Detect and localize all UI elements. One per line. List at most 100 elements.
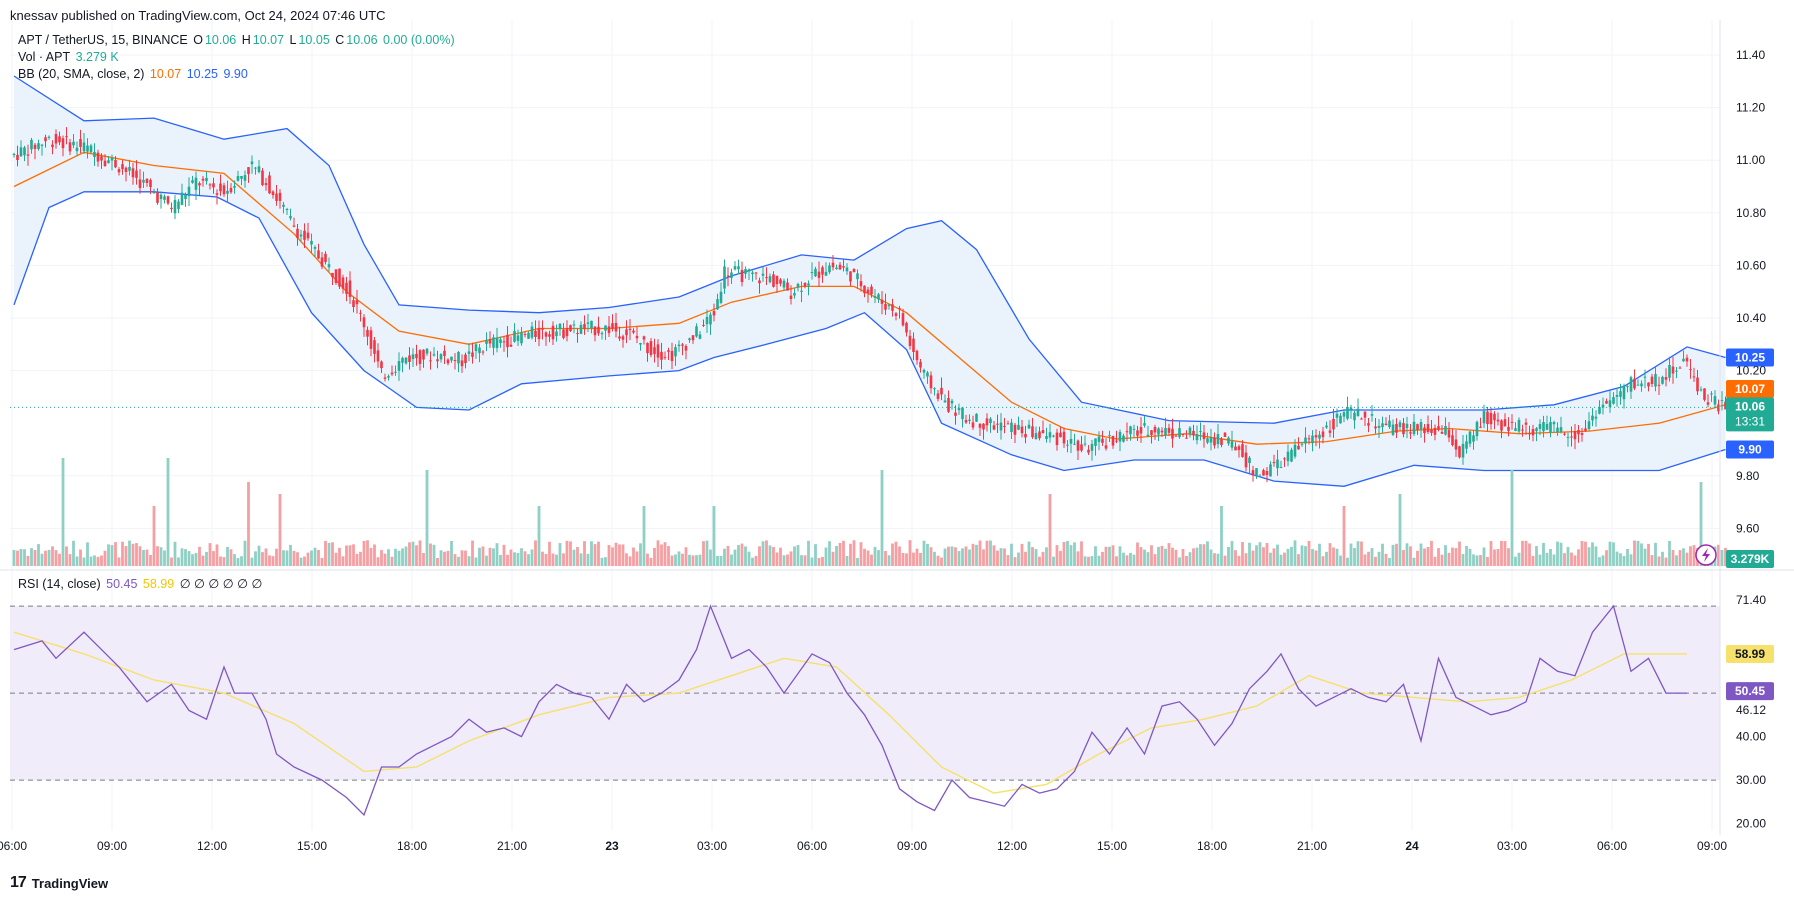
candle-body xyxy=(1384,423,1388,426)
candle-body xyxy=(327,264,331,268)
volume-bar xyxy=(1580,540,1584,566)
volume-bar xyxy=(653,547,656,566)
volume-bar xyxy=(705,540,709,566)
candle-body xyxy=(1188,427,1192,435)
candle-body xyxy=(1045,436,1048,439)
volume-bar xyxy=(1510,470,1514,566)
close-label: C xyxy=(335,33,345,47)
volume-bar xyxy=(250,557,254,566)
candle-body xyxy=(460,360,464,367)
candle-body xyxy=(1143,423,1146,426)
candle-body xyxy=(922,369,926,373)
candle-body xyxy=(376,350,380,362)
volume-bar xyxy=(971,543,975,566)
volume-bar xyxy=(905,553,908,566)
volume-bar xyxy=(950,546,954,566)
high-label: H xyxy=(241,33,251,47)
candle-body xyxy=(383,377,387,379)
candle-body xyxy=(453,359,457,361)
volume-bar xyxy=(534,540,537,566)
volume-bar xyxy=(744,546,747,566)
candle-body xyxy=(1286,451,1290,462)
volume-bar xyxy=(1066,540,1069,566)
candle-body xyxy=(621,336,625,340)
candle-body xyxy=(656,344,660,358)
volume-bar xyxy=(397,550,401,566)
candle-body xyxy=(502,341,506,343)
volume-bar xyxy=(562,553,565,566)
candle-body xyxy=(1619,391,1622,397)
candle-body xyxy=(835,267,838,270)
candle-body xyxy=(457,351,460,364)
volume-bar xyxy=(54,550,58,566)
volume-bar xyxy=(1451,547,1454,566)
volume-bar xyxy=(712,506,716,566)
volume-bar xyxy=(338,547,341,566)
candle-body xyxy=(586,322,590,324)
volume-bar xyxy=(1468,548,1472,566)
tradingview-footer[interactable]: 17 TradingView xyxy=(10,874,108,892)
volume-bar xyxy=(740,543,744,566)
candle-body xyxy=(1139,427,1143,434)
candle-body xyxy=(824,271,828,276)
time-tick-label: 15:00 xyxy=(297,839,327,853)
volume-bar xyxy=(1360,541,1363,566)
candle-body xyxy=(1136,430,1139,436)
volume-bar xyxy=(590,541,593,566)
volume-bar xyxy=(1199,544,1202,566)
volume-bar xyxy=(124,546,128,566)
candle-body xyxy=(1549,421,1552,433)
candle-body xyxy=(205,177,208,182)
volume-bar xyxy=(877,550,880,566)
volume-bar xyxy=(1416,550,1419,566)
volume-bar xyxy=(1202,544,1206,566)
volume-bar xyxy=(1685,552,1689,566)
volume-bar xyxy=(1587,547,1591,566)
candle-body xyxy=(72,141,75,146)
candle-body xyxy=(1125,431,1129,433)
candle-body xyxy=(75,147,79,152)
candle-body xyxy=(1328,430,1332,433)
chart-canvas[interactable]: 11.4011.2011.0010.8010.6010.4010.209.809… xyxy=(0,0,1794,901)
volume-bar xyxy=(845,555,849,566)
volume-bar xyxy=(901,553,905,566)
volume-bar xyxy=(989,540,992,566)
volume-bar xyxy=(156,546,159,566)
candle-body xyxy=(1356,408,1360,417)
volume-bar xyxy=(201,555,205,566)
candle-body xyxy=(838,264,842,270)
volume-bar xyxy=(355,553,359,566)
volume-bar xyxy=(1076,551,1080,566)
candle-body xyxy=(30,139,33,150)
volume-bar xyxy=(1440,554,1444,566)
volume-bar xyxy=(1335,548,1339,566)
volume-bar xyxy=(1265,542,1269,566)
volume-bar xyxy=(383,553,387,566)
candle-body xyxy=(1160,430,1164,433)
volume-bar xyxy=(1139,547,1143,566)
volume-bar xyxy=(1188,552,1192,566)
volume-bar xyxy=(1391,544,1395,566)
high-value: 10.07 xyxy=(252,33,285,47)
volume-bar xyxy=(191,554,194,566)
volume-bar xyxy=(719,556,723,566)
volume-bar xyxy=(1675,555,1678,566)
volume-bar xyxy=(999,548,1003,566)
candle-body xyxy=(1122,435,1125,442)
volume-bar xyxy=(1143,549,1146,566)
candle-body xyxy=(1353,412,1356,421)
volume-bar xyxy=(233,554,236,566)
candle-body xyxy=(1206,438,1209,443)
candle-body xyxy=(1475,421,1479,437)
volume-bars xyxy=(12,458,1727,566)
volume-bar xyxy=(716,556,719,566)
volume-bar xyxy=(299,557,303,566)
volume-bar xyxy=(1381,543,1384,566)
volume-bar xyxy=(1108,546,1111,566)
volume-bar xyxy=(107,544,110,566)
candle-body xyxy=(1605,400,1608,404)
candle-body xyxy=(936,393,940,399)
volume-bar xyxy=(761,541,765,566)
volume-bar xyxy=(1689,546,1692,566)
candle-body xyxy=(1195,434,1199,441)
